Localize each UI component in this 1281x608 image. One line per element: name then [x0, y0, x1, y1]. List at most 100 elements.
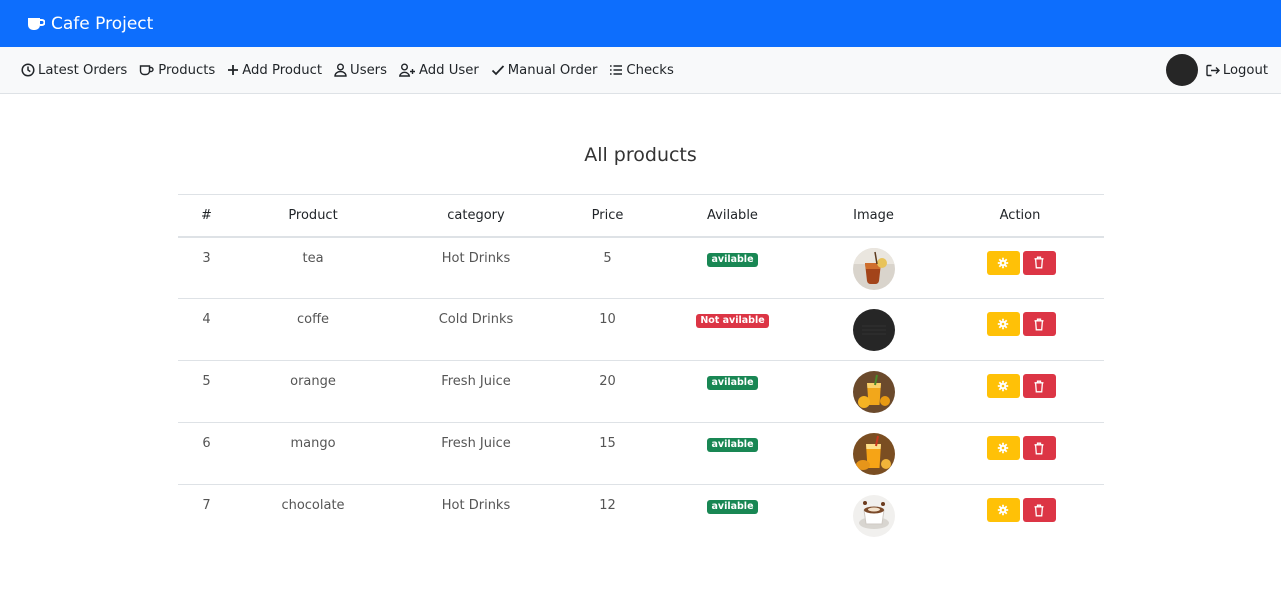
- nav-manual-order[interactable]: Manual Order: [491, 62, 598, 78]
- cell-product: chocolate: [281, 498, 345, 513]
- cell-product: coffe: [235, 298, 391, 361]
- cell-image: [811, 236, 936, 299]
- cell-available: avilable: [654, 422, 811, 485]
- check-icon: [491, 65, 504, 76]
- trash-icon: [1034, 318, 1044, 330]
- nav-add-user[interactable]: Add User: [398, 62, 479, 78]
- orange-juice-image: [852, 371, 895, 413]
- user-icon: [334, 63, 347, 77]
- page-title: All products: [584, 144, 697, 166]
- header-price: Price: [561, 194, 654, 238]
- products-table: # Product category Price Avilable Image …: [178, 194, 1104, 547]
- nav-add-product-label: Add Product: [242, 62, 323, 78]
- trash-icon: [1034, 504, 1044, 516]
- cell-actions: [936, 236, 1104, 299]
- delete-button[interactable]: [1022, 312, 1056, 336]
- cell-id: 6: [178, 422, 235, 485]
- nav-users[interactable]: Users: [334, 63, 387, 78]
- mango-juice-image: [852, 433, 895, 475]
- cell-available: Not avilable: [654, 298, 811, 361]
- logout-label: Logout: [1222, 62, 1268, 78]
- table-header-row: # Product category Price Avilable Image …: [178, 194, 1104, 238]
- delete-button[interactable]: [1022, 250, 1056, 275]
- table-row: 5 orange Fresh Juice 20 avilable: [178, 360, 1104, 423]
- trash-icon: [1034, 442, 1044, 454]
- delete-button[interactable]: [1022, 436, 1056, 460]
- trash-icon: [1034, 380, 1044, 392]
- list-icon: [610, 65, 623, 75]
- header-product: Product: [235, 194, 391, 238]
- nav-latest-orders-label: Latest Orders: [38, 62, 128, 78]
- avatar[interactable]: [1165, 54, 1198, 86]
- nav-add-product[interactable]: Add Product: [227, 63, 322, 78]
- cell-category: Cold Drinks: [391, 298, 561, 361]
- brand-title: Cafe Project: [51, 13, 154, 34]
- edit-button[interactable]: [986, 312, 1020, 336]
- cell-price: 12: [599, 498, 616, 513]
- cell-category: Hot Drinks: [441, 498, 511, 513]
- status-badge: avilable: [707, 252, 758, 267]
- cell-actions: [936, 360, 1104, 423]
- cell-image: [811, 485, 936, 547]
- table-row: 4 coffe Cold Drinks 10 Not avilable: [178, 298, 1104, 361]
- nav-products[interactable]: Products: [139, 63, 215, 78]
- header-image: Image: [811, 194, 936, 238]
- gear-icon: [997, 257, 1009, 268]
- cell-actions: [936, 485, 1104, 547]
- cell-price: 5: [561, 236, 654, 299]
- nav-checks[interactable]: Checks: [609, 62, 674, 78]
- edit-button[interactable]: [986, 374, 1020, 398]
- plus-icon: [228, 65, 239, 75]
- user-plus-icon: [398, 63, 415, 77]
- cup-icon: [140, 64, 154, 75]
- cell-category: Fresh Juice: [391, 422, 561, 485]
- cell-actions: [936, 422, 1104, 485]
- cell-product: orange: [235, 360, 391, 423]
- tea-image: [852, 247, 895, 290]
- gear-icon: [997, 504, 1009, 516]
- cell-id: 5: [178, 360, 235, 423]
- hot-chocolate-image: [852, 495, 895, 537]
- status-badge: avilable: [707, 500, 758, 514]
- cell-id: 3: [178, 236, 235, 299]
- edit-button[interactable]: [986, 250, 1020, 275]
- cell-product: tea: [235, 236, 391, 299]
- header-category: category: [391, 194, 561, 238]
- status-badge: avilable: [707, 438, 758, 452]
- cell-image: [811, 422, 936, 485]
- cell-actions: [936, 298, 1104, 361]
- header-available: Avilable: [654, 194, 811, 238]
- edit-button[interactable]: [986, 498, 1020, 522]
- top-bar: Cafe Project: [0, 0, 1281, 47]
- trash-icon: [1034, 256, 1044, 269]
- cell-available: avilable: [654, 360, 811, 423]
- logout-link[interactable]: Logout: [1206, 63, 1268, 78]
- clock-icon: [21, 63, 35, 77]
- cell-price: 20: [561, 360, 654, 423]
- table-row: 6 mango Fresh Juice 15 avilable: [178, 422, 1104, 485]
- cell-price: 15: [561, 422, 654, 485]
- header-id: #: [178, 194, 235, 238]
- cell-image: [811, 360, 936, 423]
- nav-latest-orders[interactable]: Latest Orders: [21, 63, 127, 78]
- gear-icon: [997, 442, 1009, 454]
- cup-icon: [28, 17, 45, 30]
- cell-available: avilable: [654, 236, 811, 299]
- nav-manual-order-label: Manual Order: [507, 62, 598, 78]
- nav-checks-label: Checks: [626, 62, 674, 78]
- gear-icon: [997, 318, 1009, 330]
- brand-link[interactable]: Cafe Project: [27, 14, 153, 34]
- delete-button[interactable]: [1022, 374, 1056, 398]
- nav-add-user-label: Add User: [418, 62, 479, 78]
- cell-product: mango: [235, 422, 391, 485]
- cell-id: 4: [178, 298, 235, 361]
- edit-button[interactable]: [986, 436, 1020, 460]
- cell-available: avilable: [654, 485, 811, 547]
- table-row: 3 tea Hot Drinks 5 avilable: [178, 236, 1104, 299]
- status-badge: Not avilable: [696, 314, 769, 328]
- cell-price: 10: [561, 298, 654, 361]
- gear-icon: [997, 380, 1009, 392]
- coffee-image: [852, 309, 895, 351]
- status-badge: avilable: [707, 376, 758, 390]
- delete-button[interactable]: [1022, 498, 1056, 522]
